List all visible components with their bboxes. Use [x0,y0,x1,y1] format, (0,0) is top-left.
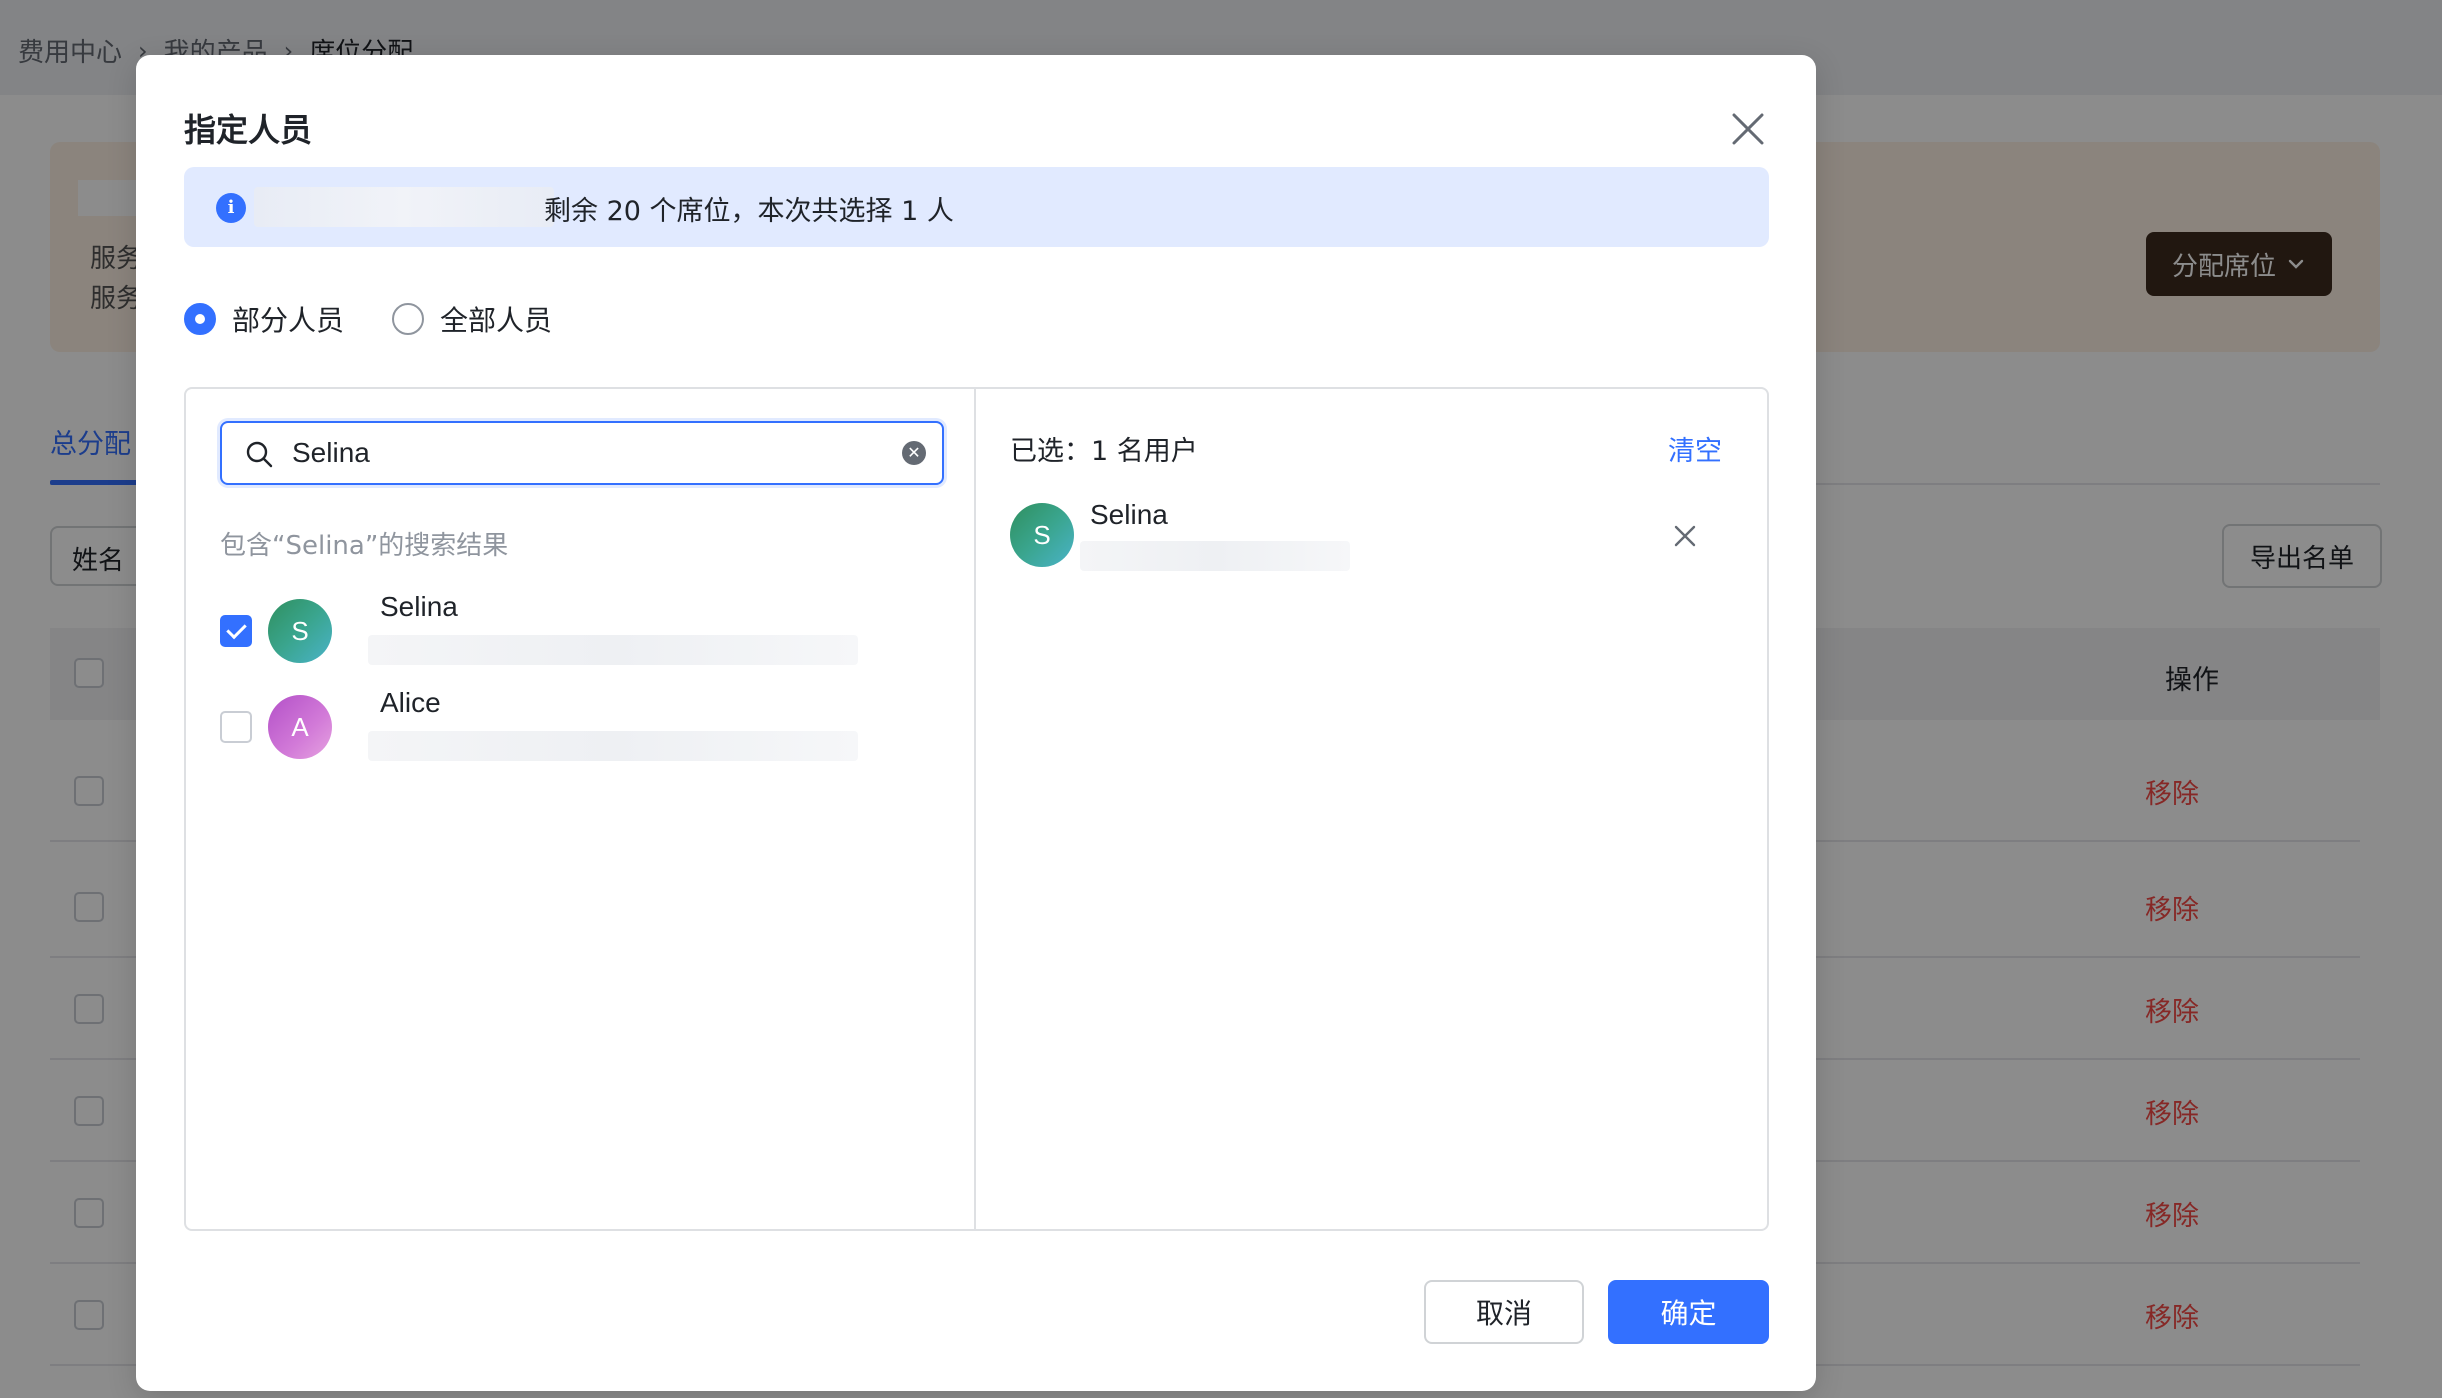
avatar: A [268,695,332,759]
blurred-text [368,635,858,665]
search-pane: ✕ 包含“Selina”的搜索结果 S Selina A Alice [186,389,976,1229]
radio-partial-members[interactable]: 部分人员 [184,299,344,339]
info-banner: i 剩余 20 个席位，本次共选择 1 人 [184,167,1769,247]
result-checkbox[interactable] [220,711,252,743]
seat-info-text: 剩余 20 个席位，本次共选择 1 人 [544,196,954,227]
selected-pane: 已选：1 名用户 清空 S Selina [976,389,1767,1229]
search-result-item[interactable]: A Alice [220,687,940,761]
confirm-button[interactable]: 确定 [1608,1280,1769,1344]
search-result-hint: 包含“Selina”的搜索结果 [220,531,509,561]
assign-people-dialog: 指定人员 i 剩余 20 个席位，本次共选择 1 人 部分人员 全部人员 ✕ [136,55,1816,1391]
scope-radio-group: 部分人员 全部人员 [184,299,600,339]
selected-item: S Selina [1010,499,1730,573]
clear-search-icon[interactable]: ✕ [902,441,926,465]
blurred-text [254,187,554,227]
search-input[interactable] [292,433,872,473]
search-result-item[interactable]: S Selina [220,591,940,665]
avatar: S [1010,503,1074,567]
avatar: S [268,599,332,663]
radio-button[interactable] [184,303,216,335]
clear-all-link[interactable]: 清空 [1668,429,1722,468]
close-icon[interactable] [1726,107,1770,151]
member-picker: ✕ 包含“Selina”的搜索结果 S Selina A Alice 已选：1 … [184,387,1769,1231]
blurred-text [1080,541,1350,571]
dialog-title: 指定人员 [184,111,313,149]
radio-label: 部分人员 [232,304,345,337]
result-checkbox[interactable] [220,615,252,647]
cancel-button[interactable]: 取消 [1424,1280,1584,1344]
radio-all-members[interactable]: 全部人员 [392,299,552,339]
result-name: Selina [380,591,458,622]
search-box[interactable]: ✕ [220,421,944,485]
radio-label: 全部人员 [440,304,553,337]
selected-name: Selina [1090,499,1168,530]
radio-button[interactable] [392,303,425,335]
remove-selected-icon[interactable] [1670,521,1700,551]
selected-count: 已选：1 名用户 [1010,436,1198,467]
blurred-text [368,731,858,761]
result-name: Alice [380,687,441,718]
search-icon [246,441,273,468]
info-icon: i [216,193,246,223]
